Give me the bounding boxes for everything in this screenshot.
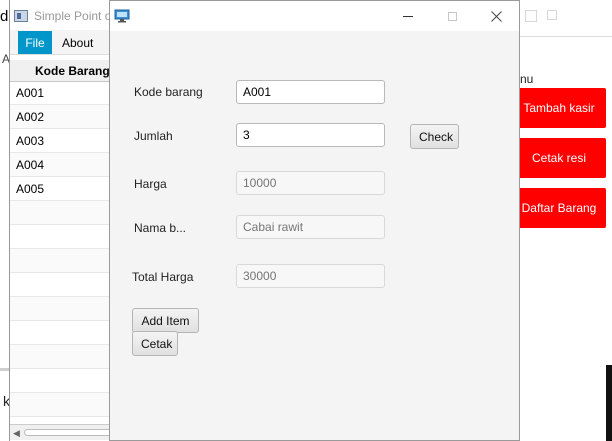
table-row-empty (10, 201, 112, 225)
table-row[interactable]: A004 (10, 153, 112, 177)
table-row-empty (10, 369, 112, 393)
table-row[interactable]: A003 (10, 129, 112, 153)
table-row-empty (10, 345, 112, 369)
maximize-icon (448, 11, 457, 21)
table-row-empty (10, 273, 112, 297)
add-item-button[interactable]: Add Item (132, 308, 199, 333)
table-row-empty (10, 321, 112, 345)
harga-field (236, 171, 385, 195)
minimize-button[interactable] (385, 1, 430, 31)
jumlah-label: Jumlah (134, 129, 173, 143)
close-icon (491, 10, 502, 22)
menu-section-label: nu (520, 72, 534, 86)
add-item-dialog: Kode barang Jumlah Check Harga Nama b...… (109, 0, 520, 441)
nama-barang-field (236, 215, 385, 239)
minimize-icon (402, 15, 413, 17)
menu-about[interactable]: About (62, 31, 93, 54)
check-button[interactable]: Check (410, 124, 459, 149)
monitor-icon (114, 9, 130, 23)
main-window-title: Simple Point of Sale (34, 9, 112, 23)
cetak-button[interactable]: Cetak (132, 331, 178, 356)
table-row-empty (10, 297, 112, 321)
table-row-empty (10, 249, 112, 273)
daftar-barang-button[interactable]: Daftar Barang (512, 188, 606, 228)
maximize-button[interactable] (430, 1, 475, 31)
kode-barang-label: Kode barang (134, 85, 203, 99)
tambah-kasir-button[interactable]: Tambah kasir (512, 88, 606, 128)
horizontal-scrollbar[interactable]: ◀ (10, 424, 112, 440)
close-button[interactable] (474, 1, 519, 31)
table-row-empty (10, 225, 112, 249)
scrollbar-thumb[interactable] (24, 429, 112, 436)
background-window-title: d (0, 8, 9, 25)
total-harga-field (236, 264, 385, 288)
table-row[interactable]: A002 (10, 105, 112, 129)
minimize-icon[interactable] (525, 10, 537, 22)
cetak-resi-button[interactable]: Cetak resi (512, 138, 606, 178)
main-window: Simple Point of Sale File About Kode Bar… (9, 0, 112, 441)
scroll-left-icon[interactable]: ◀ (13, 428, 20, 439)
table-header-kode-barang[interactable]: Kode Barang (10, 60, 112, 82)
jumlah-input[interactable] (236, 123, 385, 147)
table-row[interactable]: A001 (10, 81, 112, 105)
harga-label: Harga (134, 177, 167, 191)
table-row[interactable]: A005 (10, 177, 112, 201)
background-window-separator (520, 36, 612, 37)
dialog-titlebar (110, 1, 519, 31)
kode-barang-input[interactable] (236, 80, 385, 104)
total-harga-label: Total Harga (132, 270, 194, 284)
main-window-titlebar: Simple Point of Sale (14, 9, 112, 23)
table-row-empty (10, 393, 112, 417)
barang-table: A001 A002 A003 A004 A005 (10, 81, 112, 417)
app-window-icon (14, 10, 28, 22)
background-dark-panel (606, 365, 612, 441)
menu-file[interactable]: File (18, 31, 52, 54)
maximize-icon[interactable] (547, 10, 557, 20)
nama-barang-label: Nama b... (134, 221, 187, 235)
